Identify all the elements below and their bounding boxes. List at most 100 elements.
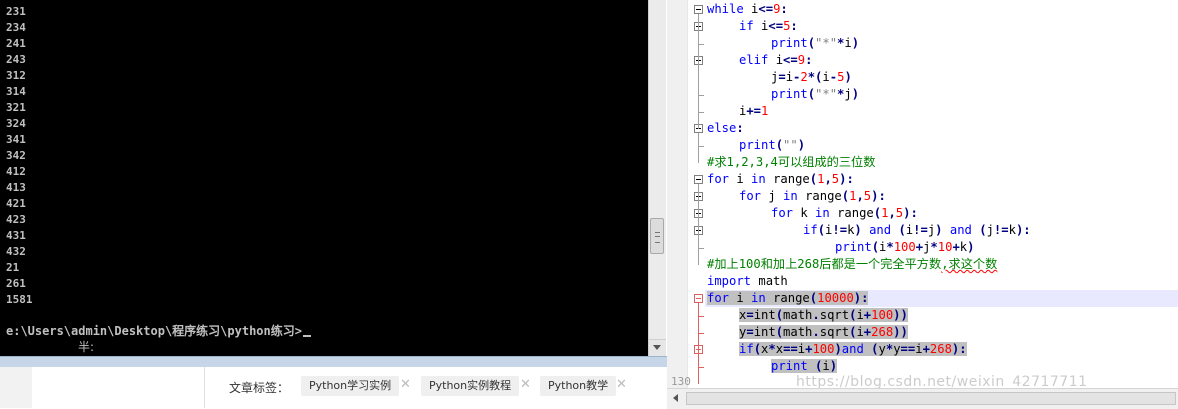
line-number: 130 [671,375,691,388]
fold-end-marker [698,112,704,113]
code-line[interactable]: import math [705,273,788,290]
fold-end-marker [698,316,704,317]
code-line[interactable]: print(i*100+j*10+k) [705,239,974,256]
console-output-line: 324 [6,117,26,130]
code-line[interactable]: x=int(math.sqrt(i+100)) [705,307,908,324]
scrollbar-thumb[interactable] [686,392,1176,405]
code-line-text: #求1,2,3,4可以组成的三位数 [707,155,876,169]
console-output-line: 431 [6,229,26,242]
code-line-text: print("*"*j) [771,87,860,101]
page-gutter [0,367,32,408]
fold-toggle-icon[interactable] [694,175,703,184]
code-line-text: for i in range(1,5): [707,172,854,186]
console-output-line: 241 [6,37,26,50]
ime-indicator: 半: [78,340,95,354]
console-output-line: 243 [6,53,26,66]
code-line[interactable]: if(i!=k) and (i!=j) and (j!=k): [705,222,1031,239]
editor-horizontal-scrollbar[interactable] [667,388,1178,409]
tag-python-learning-examples[interactable]: Python学习实例 [301,376,400,396]
console-output-line: 341 [6,133,26,146]
close-icon[interactable]: ✕ [400,377,411,392]
fold-guide [698,184,699,265]
console-output-line: 1581 [6,293,33,306]
code-line-text: print("*"*i) [771,36,860,50]
code-line-text: if(i!=k) and (i!=j) and (j!=k): [803,223,1031,237]
console-output-line: 234 [6,21,26,34]
console-prompt-text: e:\Users\admin\Desktop\程序练习\python练习> [6,324,302,338]
code-line[interactable]: elif i<=9: [705,52,812,69]
code-line[interactable]: for k in range(1,5): [705,205,918,222]
console-output-line: 314 [6,85,26,98]
fold-end-marker [698,248,704,249]
fold-end-marker [698,333,704,334]
code-line[interactable]: while i<=9: [705,1,788,18]
code-line[interactable]: i+=1 [705,103,768,120]
code-line[interactable]: print (i) [705,358,838,375]
code-line-text: i+=1 [739,104,769,118]
fold-end-marker [698,95,704,96]
close-icon[interactable]: ✕ [520,377,531,392]
scroll-down-button[interactable] [649,339,666,356]
console-output-line: 423 [6,213,26,226]
tags-label: 文章标签： [229,381,290,395]
console-output-line: 312 [6,69,26,82]
console-output-line: 412 [6,165,26,178]
code-line-text: for i in range(10000): [707,291,869,305]
console-output-line: 321 [6,101,26,114]
code-line[interactable]: for j in range(1,5): [705,188,886,205]
blog-tags-bar: 文章标签： Python学习实例 ✕ Python实例教程 ✕ Python教学… [0,367,636,408]
code-line-text: for j in range(1,5): [739,189,886,203]
fold-end-marker [698,367,704,368]
scroll-left-button[interactable] [667,389,685,409]
console-output-line: 342 [6,149,26,162]
console-output-line: 413 [6,181,26,194]
grip-icon [655,232,660,243]
code-line-text: for k in range(1,5): [771,206,918,220]
arrow-left-icon [673,394,678,402]
fold-toggle-icon[interactable] [694,294,703,303]
console-output-line: 231 [6,5,26,18]
console-vertical-scrollbar[interactable] [648,0,666,356]
tag-python-example-tutorial[interactable]: Python实例教程 [421,376,520,396]
console-output-line: 421 [6,197,26,210]
code-line-text: while i<=9: [707,2,788,16]
code-line-text: x=int(math.sqrt(i+100)) [739,308,908,322]
code-line-text: if(x*x==i+100)and (y*y==i+268): [739,342,967,356]
code-line-text: print("") [739,138,806,152]
code-line[interactable]: print("*"*j) [705,86,859,103]
code-line[interactable]: print("*"*i) [705,35,859,52]
console-output-line: 21 [6,261,20,274]
code-line-text: if i<=5: [739,19,798,33]
console-output-line: 432 [6,245,26,258]
code-line[interactable]: else: [705,120,744,137]
scrollbar-track[interactable] [649,0,666,339]
code-line-text: elif i<=9: [739,53,813,67]
code-line-text: #加上100和加上268后都是一个完全平方数,求这个数 [707,257,998,271]
tag-python-teaching[interactable]: Python教学 [540,376,617,396]
code-line-text: print (i) [771,359,838,373]
fold-toggle-icon[interactable] [694,5,703,14]
code-line[interactable]: for i in range(1,5): [705,171,854,188]
code-line[interactable]: for i in range(10000): [705,290,1178,307]
console-window-frame [0,356,667,367]
arrow-down-icon [653,345,661,350]
fold-guide [698,133,699,163]
code-editor[interactable]: while i<=9: if i<=5: print("*"*i) elif i<=9… [667,0,1178,408]
code-line[interactable]: print("") [705,137,805,154]
scrollbar-thumb[interactable] [650,218,664,254]
divider [204,367,205,408]
code-line[interactable]: y=int(math.sqrt(i+268)) [705,324,908,341]
code-line[interactable]: #加上100和加上268后都是一个完全平方数,求这个数 [705,256,997,273]
close-icon[interactable]: ✕ [616,377,627,392]
code-line-text: else: [707,121,744,135]
code-line[interactable]: j=i-2*(i-5) [705,69,852,86]
code-line-text: import math [707,274,788,288]
console-prompt[interactable]: e:\Users\admin\Desktop\程序练习\python练习> [6,323,311,339]
console-window[interactable]: 231 234 241 243 312 314 321 324 341 342 412 413 421 4… [0,0,650,356]
console-output: 231 234 241 243 312 314 321 324 341 342 412 413 421 4… [6,4,33,308]
code-line[interactable]: if i<=5: [705,18,798,35]
fold-end-marker [698,146,704,147]
text-cursor [302,335,311,337]
code-line[interactable]: if(x*x==i+100)and (y*y==i+268): [705,341,967,358]
code-line[interactable]: #求1,2,3,4可以组成的三位数 [705,154,875,171]
